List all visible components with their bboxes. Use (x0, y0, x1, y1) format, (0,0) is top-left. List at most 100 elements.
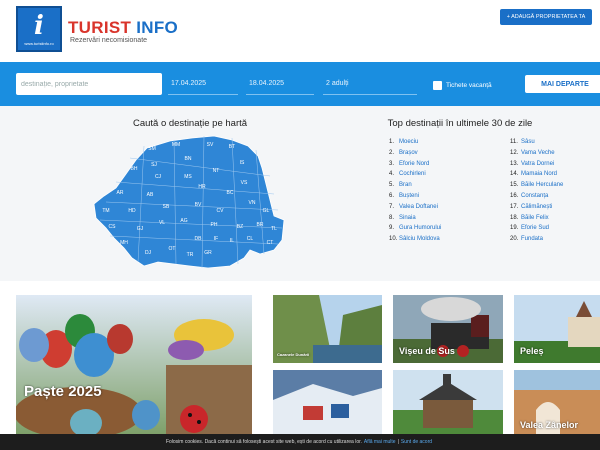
list-item[interactable]: 2. Brașov (389, 150, 441, 161)
county-label[interactable]: BZ (237, 224, 243, 230)
county-label[interactable]: SV (207, 142, 214, 148)
county-label[interactable]: MS (184, 174, 192, 180)
county-label[interactable]: IL (230, 238, 234, 244)
list-item[interactable]: 4. Cochirleni (389, 171, 441, 182)
county-label[interactable]: BN (185, 156, 192, 162)
destination-link[interactable]: Brașov (399, 150, 418, 161)
learn-more-link[interactable]: Află mai multe (364, 439, 396, 445)
destination-tile[interactable]: Cazanele Dunării (273, 295, 382, 363)
list-item[interactable]: 8. Sinaia (389, 215, 441, 226)
site-logo[interactable]: i www.turistinfo.ro (16, 6, 62, 52)
county-label[interactable]: CV (217, 208, 225, 214)
county-label[interactable]: BV (195, 202, 202, 208)
destination-link[interactable]: Sinaia (399, 215, 416, 226)
checkin-date-field[interactable]: 17.04.2025 (168, 73, 238, 95)
destination-link[interactable]: Sâsu (521, 139, 535, 150)
county-label[interactable]: AB (147, 192, 154, 198)
destination-link[interactable]: Bran (399, 182, 412, 193)
county-label[interactable]: VS (241, 180, 248, 186)
destination-tile[interactable]: Vișeu de Sus (393, 295, 503, 363)
destination-tile[interactable] (273, 370, 382, 436)
destination-link[interactable]: Moeciu (399, 139, 418, 150)
county-label[interactable]: GL (263, 208, 270, 214)
destination-link[interactable]: Eforie Nord (399, 161, 429, 172)
list-item[interactable]: 19. Eforie Sud (510, 225, 563, 236)
list-item[interactable]: 10. Sâlciu Moldova (389, 236, 441, 247)
destination-link[interactable]: Băile Felix (521, 215, 549, 226)
county-label[interactable]: BC (227, 190, 234, 196)
county-label[interactable]: DB (195, 236, 203, 242)
list-item[interactable]: 14. Mamaia Nord (510, 171, 563, 182)
destination-link[interactable]: Gura Humorului (399, 225, 441, 236)
county-label[interactable]: TM (102, 208, 109, 214)
county-label[interactable]: VN (249, 200, 256, 206)
easter-tile[interactable]: Paște 2025 (16, 295, 252, 435)
county-label[interactable]: MM (172, 142, 180, 148)
destination-link[interactable]: Călimănești (521, 204, 552, 215)
destination-link[interactable]: Eforie Sud (521, 225, 549, 236)
county-label[interactable]: BR (257, 222, 264, 228)
county-label[interactable]: TR (187, 252, 194, 258)
county-label[interactable]: CT (267, 240, 274, 246)
destination-link[interactable]: Valea Doftanei (399, 204, 438, 215)
county-label[interactable]: GR (204, 250, 212, 256)
brand-name[interactable]: TURIST INFO (68, 18, 178, 38)
guests-field[interactable]: 2 adulți (323, 73, 417, 95)
destination-link[interactable]: Bușteni (399, 193, 419, 204)
county-label[interactable]: AG (180, 218, 187, 224)
county-label[interactable]: NT (213, 168, 220, 174)
list-item[interactable]: 11. Sâsu (510, 139, 563, 150)
destination-link[interactable]: Cochirleni (399, 171, 426, 182)
list-item[interactable]: 6. Bușteni (389, 193, 441, 204)
list-item[interactable]: 13. Vatra Dornei (510, 161, 563, 172)
destination-link[interactable]: Mamaia Nord (521, 171, 557, 182)
county-label[interactable]: VL (159, 220, 165, 226)
list-item[interactable]: 1. Moeciu (389, 139, 441, 150)
continue-button[interactable]: MAI DEPARTE (525, 75, 600, 93)
county-label[interactable]: GJ (137, 226, 144, 232)
destination-link[interactable]: Sâlciu Moldova (399, 236, 440, 247)
county-label[interactable]: CJ (155, 174, 162, 180)
county-label[interactable]: HD (128, 208, 136, 214)
county-label[interactable]: IF (214, 236, 218, 242)
county-label[interactable]: CS (109, 224, 117, 230)
list-item[interactable]: 16. Constanța (510, 193, 563, 204)
county-label[interactable]: PH (211, 222, 218, 228)
destination-tile[interactable]: Valea Zânelor (514, 370, 600, 436)
county-label[interactable]: DJ (145, 250, 152, 256)
county-label[interactable]: IS (240, 160, 245, 166)
list-item[interactable]: 5. Bran (389, 182, 441, 193)
destination-link[interactable]: Vatra Dornei (521, 161, 554, 172)
destination-input[interactable] (16, 73, 162, 95)
list-item[interactable]: 12. Vama Veche (510, 150, 563, 161)
county-label[interactable]: HR (198, 184, 206, 190)
county-label[interactable]: BT (229, 144, 235, 150)
vouchers-checkbox[interactable] (433, 81, 442, 90)
accept-cookies-link[interactable]: Sunt de acord (401, 439, 432, 445)
list-item[interactable]: 17. Călimănești (510, 204, 563, 215)
list-item[interactable]: 9. Gura Humorului (389, 225, 441, 236)
county-label[interactable]: SM (148, 146, 156, 152)
list-item[interactable]: 20. Fundata (510, 236, 563, 247)
county-label[interactable]: OT (169, 246, 176, 252)
county-label[interactable]: TL (271, 226, 277, 232)
list-item[interactable]: 7. Valea Doftanei (389, 204, 441, 215)
county-label[interactable]: MH (120, 240, 128, 246)
destination-link[interactable]: Vama Veche (521, 150, 555, 161)
list-item[interactable]: 15. Băile Herculane (510, 182, 563, 193)
romania-map[interactable]: SM MM SV BT SJ BN IS BH CJ MS NT VS AR AB HR BC VN GL TM HD… (92, 132, 286, 268)
destination-tile[interactable]: Peleș (514, 295, 600, 363)
county-label[interactable]: CL (247, 236, 254, 242)
list-item[interactable]: 18. Băile Felix (510, 215, 563, 226)
checkout-date-field[interactable]: 18.04.2025 (246, 73, 314, 95)
list-item[interactable]: 3. Eforie Nord (389, 161, 441, 172)
destination-link[interactable]: Fundata (521, 236, 543, 247)
destination-link[interactable]: Constanța (521, 193, 548, 204)
destination-link[interactable]: Băile Herculane (521, 182, 563, 193)
add-property-button[interactable]: + ADAUGĂ PROPRIETATEA TA (500, 9, 592, 25)
county-label[interactable]: AR (117, 190, 124, 196)
vouchers-label[interactable]: Tichete vacanță (446, 82, 492, 89)
county-label[interactable]: SJ (151, 162, 157, 168)
destination-tile[interactable] (393, 370, 503, 436)
county-label[interactable]: SB (163, 204, 170, 210)
